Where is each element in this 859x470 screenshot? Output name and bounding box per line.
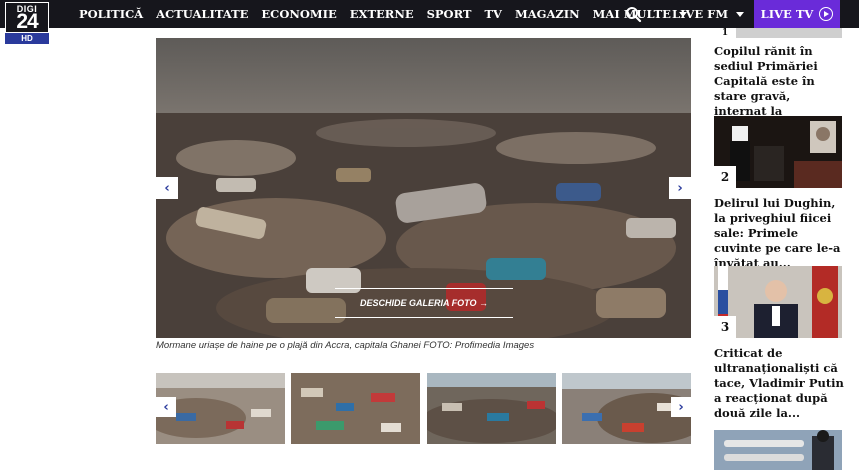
sidebar-item-4-image[interactable] xyxy=(714,430,842,470)
thumbs-prev-button[interactable]: ‹ xyxy=(156,397,176,417)
logo-number: 24 xyxy=(16,10,38,33)
nav-item-politica[interactable]: POLITICĂ xyxy=(79,7,143,21)
gallery-next-button[interactable]: › xyxy=(669,177,691,199)
logo-hd-badge: HD xyxy=(5,33,49,44)
sidebar-item-1-number: 1 xyxy=(714,28,736,38)
play-icon xyxy=(819,7,834,21)
live-tv-button[interactable]: LIVE TV xyxy=(754,0,840,28)
gallery-thumbnail[interactable] xyxy=(427,373,556,444)
sidebar-item-2-number: 2 xyxy=(714,166,736,188)
sidebar-item-3-number: 3 xyxy=(714,316,736,338)
live-fm-menu[interactable]: LIVE FM xyxy=(672,0,745,28)
nav-item-sport[interactable]: SPORT xyxy=(427,7,472,21)
thumbs-next-button[interactable]: › xyxy=(671,397,691,417)
chevron-down-icon xyxy=(736,11,745,17)
sidebar-item-3-title[interactable]: Criticat de ultranaționaliști că tace, V… xyxy=(714,346,844,421)
nav-item-magazin[interactable]: MAGAZIN xyxy=(515,7,580,21)
gallery-prev-button[interactable]: ‹ xyxy=(156,177,178,199)
gallery-thumbnail[interactable] xyxy=(291,373,420,444)
main-nav: POLITICĂ ACTUALITATE ECONOMIE EXTERNE SP… xyxy=(79,0,700,28)
live-fm-label: LIVE FM xyxy=(672,7,729,21)
digi24-logo[interactable]: DIGI 24 HD xyxy=(5,2,49,44)
logo-box: DIGI 24 xyxy=(5,2,49,33)
sidebar-item-2-title[interactable]: Delirul lui Dughin, la priveghiul fiicei… xyxy=(714,196,844,271)
nav-item-tv[interactable]: TV xyxy=(485,7,502,21)
nav-item-economie[interactable]: ECONOMIE xyxy=(261,7,336,21)
nav-item-externe[interactable]: EXTERNE xyxy=(350,7,414,21)
photo-caption: Mormane uriașe de haine pe o plajă din A… xyxy=(156,340,535,351)
open-gallery-button[interactable]: DESCHIDE GALERIA FOTO → xyxy=(335,288,513,318)
nav-item-actualitate[interactable]: ACTUALITATE xyxy=(156,7,248,21)
search-icon[interactable] xyxy=(625,6,642,23)
live-tv-label: LIVE TV xyxy=(760,7,814,21)
